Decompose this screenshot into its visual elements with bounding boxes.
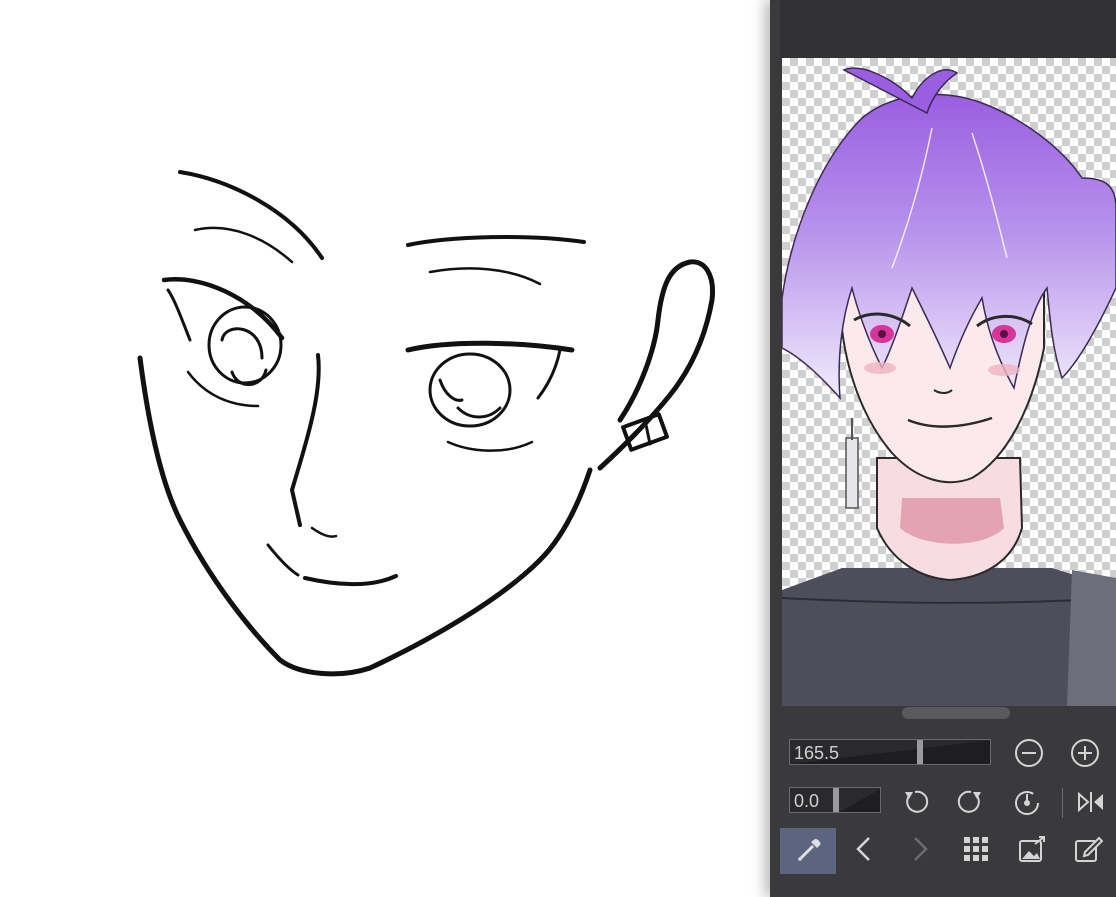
navigator-preview[interactable]: [782, 58, 1116, 706]
edit-button[interactable]: [1060, 828, 1116, 874]
zoom-slider-thumb[interactable]: [917, 740, 923, 764]
zoom-value: 165.5: [794, 743, 840, 763]
minus-circle-icon[interactable]: [1012, 736, 1046, 770]
eyedropper-icon: [793, 834, 823, 868]
flip-horizontal-icon[interactable]: [1074, 785, 1108, 819]
panel-resize-handle[interactable]: [902, 707, 1010, 719]
grid-button[interactable]: [948, 828, 1004, 874]
character-preview-image: [782, 67, 1116, 706]
rotation-slider[interactable]: 0.0: [789, 787, 881, 813]
panel-title-bar: [780, 0, 1116, 58]
plus-circle-icon[interactable]: [1068, 736, 1102, 770]
panel-bottom-edge: [780, 876, 1116, 897]
sketch-drawing: [137, 170, 716, 677]
navigator-bottom-bar: [780, 828, 1116, 876]
rotation-value: 0.0: [794, 791, 820, 811]
grid-icon: [961, 834, 991, 868]
navigator-panel: 165.5 0.0: [770, 0, 1116, 897]
chevron-left-icon: [849, 834, 879, 868]
export-image-icon: [1017, 834, 1047, 868]
previous-button[interactable]: [836, 828, 892, 874]
rotate-cw-icon[interactable]: [954, 785, 988, 819]
next-button[interactable]: [892, 828, 948, 874]
edit-icon: [1073, 834, 1104, 868]
export-image-button[interactable]: [1004, 828, 1060, 874]
rotate-ccw-icon[interactable]: [898, 785, 932, 819]
eyedropper-button[interactable]: [780, 828, 836, 874]
zoom-slider[interactable]: 165.5: [789, 739, 991, 765]
drawing-canvas[interactable]: [0, 0, 770, 897]
reset-dial-icon[interactable]: [1010, 785, 1044, 819]
toolbar-divider: [1062, 788, 1063, 818]
rotation-slider-thumb[interactable]: [833, 788, 839, 812]
chevron-right-icon: [905, 834, 935, 868]
